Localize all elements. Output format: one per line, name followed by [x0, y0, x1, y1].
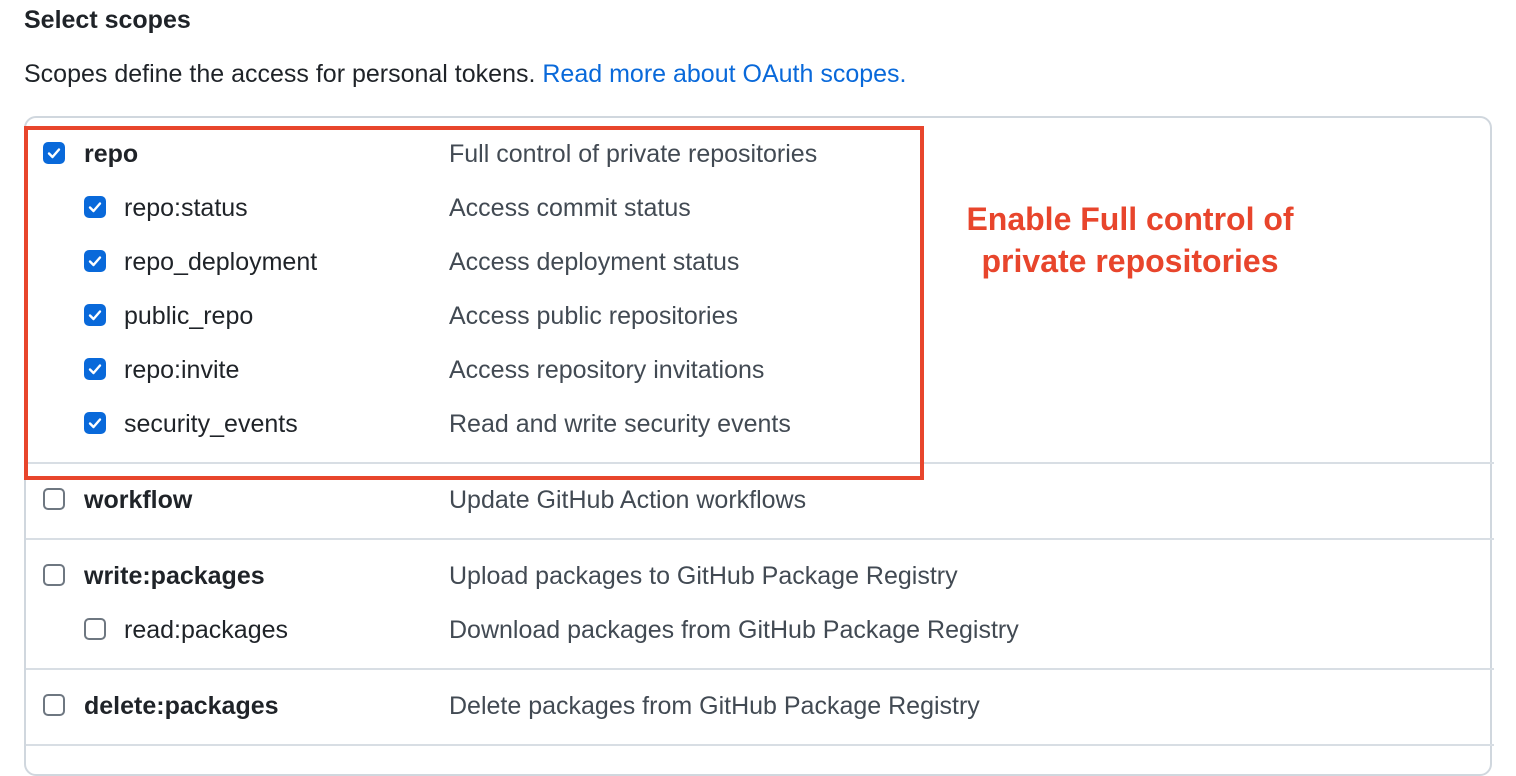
scope-name[interactable]: workflow [84, 486, 192, 515]
annotation-line-2: private repositories [981, 243, 1279, 279]
group-divider [26, 538, 1494, 540]
scopes-intro: Scopes define the access for personal to… [24, 60, 906, 89]
scope-row: read:packages Download packages from GitH… [0, 610, 1500, 650]
oauth-scopes-link[interactable]: Read more about OAuth scopes. [542, 60, 906, 88]
annotation-callout: Enable Full control of private repositor… [930, 198, 1330, 282]
scope-checkbox[interactable] [43, 488, 65, 510]
section-heading: Select scopes [24, 6, 191, 34]
scope-description: Delete packages from GitHub Package Regi… [449, 692, 980, 720]
group-divider [26, 744, 1494, 746]
scope-description: Download packages from GitHub Package Re… [449, 616, 1019, 644]
scope-row: delete:packages Delete packages from GitH… [0, 686, 1500, 726]
group-divider [26, 668, 1494, 670]
scope-checkbox[interactable] [43, 564, 65, 586]
annotation-highlight-box [24, 126, 924, 480]
scope-row: workflow Update GitHub Action workflows [0, 480, 1500, 520]
scope-description: Upload packages to GitHub Package Regist… [449, 562, 958, 590]
scope-description: Update GitHub Action workflows [449, 486, 807, 514]
scope-name[interactable]: read:packages [124, 616, 288, 645]
scope-name[interactable]: delete:packages [84, 692, 279, 721]
scope-checkbox[interactable] [84, 618, 106, 640]
intro-text: Scopes define the access for personal to… [24, 60, 536, 88]
annotation-line-1: Enable Full control of [966, 201, 1294, 237]
scope-row: write:packages Upload packages to GitHub … [0, 556, 1500, 596]
scope-checkbox[interactable] [43, 694, 65, 716]
scope-name[interactable]: write:packages [84, 562, 265, 591]
